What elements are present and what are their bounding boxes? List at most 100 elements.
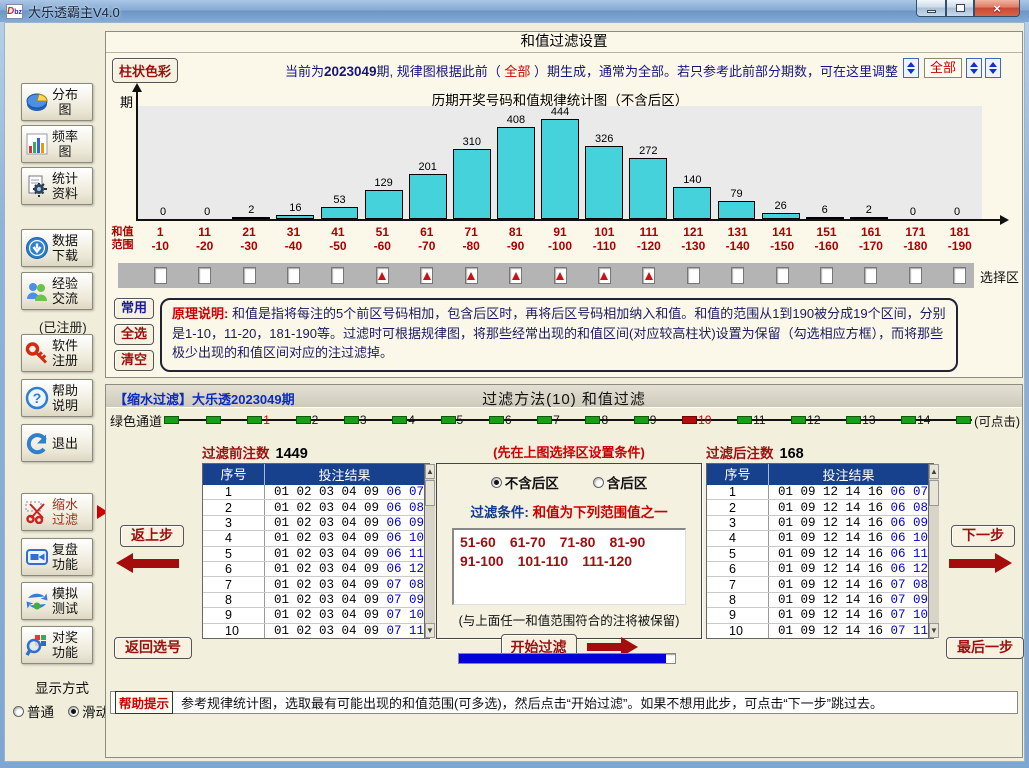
- filter-step-11[interactable]: 11: [737, 413, 765, 427]
- bar: [673, 187, 711, 219]
- green-channel-label: 绿色通道: [110, 411, 162, 430]
- x-tick-label: 61-70: [405, 225, 449, 253]
- range-checkbox-51-60[interactable]: [376, 267, 389, 284]
- filter-step-6[interactable]: 6: [489, 413, 512, 427]
- return-to-selection-button[interactable]: 返回选号: [114, 637, 192, 659]
- sidebar-button-statistics[interactable]: 统计资料: [21, 167, 93, 205]
- range-checkbox-31-40[interactable]: [287, 267, 300, 284]
- select-all-button[interactable]: 全选: [114, 324, 154, 345]
- minimize-icon: [927, 10, 936, 13]
- bet-row: 801 02 03 04 09 07 09: [203, 593, 424, 608]
- sidebar-button-exit[interactable]: 退出: [21, 424, 93, 462]
- filter-step-8[interactable]: 8: [585, 413, 608, 427]
- filter-step-13[interactable]: 13: [846, 413, 875, 427]
- range-checkbox-11-20[interactable]: [198, 267, 211, 284]
- help-text: 参考规律统计图，选取最有可能出现的和值范围(可多选)，然后点击“开始过滤”。如果…: [181, 693, 883, 712]
- x-tick-label: 1-10: [138, 225, 182, 253]
- range-checkbox-91-100[interactable]: [554, 267, 567, 284]
- sidebar-button-experience-exchange[interactable]: 经验交流: [21, 272, 93, 310]
- scroll-thumb[interactable]: [425, 480, 435, 506]
- filter-step-2[interactable]: 2: [296, 413, 319, 427]
- sidebar-button-simulation-test[interactable]: 模拟测试: [21, 582, 93, 620]
- step-block: [585, 416, 600, 424]
- range-checkbox-161-170[interactable]: [864, 267, 877, 284]
- range-checkbox-61-70[interactable]: [420, 267, 433, 284]
- sidebar-button-software-register[interactable]: 软件注册: [21, 334, 93, 372]
- current-step-block: [682, 416, 697, 424]
- help-bar: 帮助提示 参考规律统计图，选取最有可能出现的和值范围(可多选)，然后点击“开始过…: [110, 691, 1018, 714]
- filter-step-4[interactable]: 4: [392, 413, 415, 427]
- common-ranges-button[interactable]: 常用: [114, 298, 154, 319]
- scroll-down-button[interactable]: ▼: [425, 623, 435, 638]
- next-step-button[interactable]: 下一步: [951, 525, 1015, 547]
- filter-step-5[interactable]: 5: [441, 413, 464, 427]
- range-checkbox-141-150[interactable]: [776, 267, 789, 284]
- scroll-up-button[interactable]: ▲: [425, 464, 435, 479]
- bar: [453, 149, 491, 219]
- green-channel-clickable-note: (可点击): [974, 411, 1020, 430]
- scroll-up-button[interactable]: ▲: [929, 464, 939, 479]
- range-checkbox-151-160[interactable]: [820, 267, 833, 284]
- previous-step-button[interactable]: 返上步: [120, 525, 184, 547]
- filter-step-12[interactable]: 12: [791, 413, 820, 427]
- sidebar-button-help[interactable]: ? 帮助说明: [21, 379, 93, 417]
- bar-column: 0: [185, 106, 229, 219]
- sum-range-item: 81-90: [609, 534, 645, 550]
- sidebar-button-data-download[interactable]: 数据下载: [21, 229, 93, 267]
- range-checkbox-181-190[interactable]: [953, 267, 966, 284]
- period-count-select[interactable]: 全部: [924, 58, 962, 78]
- period-spinner-3[interactable]: [985, 58, 1001, 78]
- radio-sliding[interactable]: 滑动: [68, 701, 109, 721]
- selected-ranges-listbox[interactable]: 51-6061-7071-8081-9091-100101-110111-120: [452, 528, 686, 605]
- x-tick-label: 51-60: [360, 225, 404, 253]
- filter-step[interactable]: [956, 416, 972, 424]
- sidebar-button-prize-check[interactable]: 对奖功能: [21, 626, 93, 664]
- radio-exclude-back-zone[interactable]: 不含后区: [491, 472, 559, 492]
- filter-step-10[interactable]: 10: [682, 413, 711, 427]
- scroll-thumb[interactable]: [929, 480, 939, 506]
- sidebar-button-frequency-chart[interactable]: 频率图: [21, 125, 93, 163]
- minimize-button[interactable]: [916, 0, 946, 17]
- close-button[interactable]: ×: [974, 0, 1020, 17]
- range-checkbox-81-90[interactable]: [509, 267, 522, 284]
- radio-normal[interactable]: 普通: [13, 701, 54, 721]
- bet-row: 301 09 12 14 16 06 09: [707, 516, 928, 531]
- period-spinner[interactable]: [903, 58, 919, 78]
- range-checkbox-21-30[interactable]: [243, 267, 256, 284]
- range-checkbox-row: [138, 267, 982, 284]
- sidebar-button-distribution-chart[interactable]: 分布图: [21, 83, 93, 121]
- range-checkbox-171-180[interactable]: [909, 267, 922, 284]
- filter-step-9[interactable]: 9: [634, 413, 657, 427]
- checked-triangle-icon: [645, 272, 653, 280]
- bar-value-label: 444: [551, 106, 569, 119]
- period-spinner-2[interactable]: [966, 58, 982, 78]
- checked-triangle-icon: [467, 272, 475, 280]
- range-checkbox-111-120[interactable]: [642, 267, 655, 284]
- radio-exclude-icon: [491, 477, 502, 488]
- range-checkbox-121-130[interactable]: [687, 267, 700, 284]
- question-mark-icon: ?: [25, 386, 49, 410]
- range-checkbox-131-140[interactable]: [731, 267, 744, 284]
- filter-step-14[interactable]: 14: [901, 413, 930, 427]
- clear-button[interactable]: 清空: [114, 350, 154, 371]
- range-checkbox-71-80[interactable]: [465, 267, 478, 284]
- sidebar-button-replay[interactable]: 复盘功能: [21, 538, 93, 576]
- filter-step[interactable]: [206, 416, 222, 424]
- filter-step-1[interactable]: 1: [247, 413, 270, 427]
- range-checkbox-41-50[interactable]: [331, 267, 344, 284]
- scroll-down-button[interactable]: ▼: [929, 623, 939, 638]
- filter-step-3[interactable]: 3: [344, 413, 367, 427]
- range-checkbox-101-110[interactable]: [598, 267, 611, 284]
- radio-include-back-zone[interactable]: 含后区: [593, 472, 648, 492]
- bar-column: 79: [714, 106, 758, 219]
- range-checkbox-1-10[interactable]: [154, 267, 167, 284]
- bar-column: 444: [538, 106, 582, 219]
- bar-color-button[interactable]: 柱状色彩: [112, 58, 178, 83]
- filter-step[interactable]: [164, 416, 180, 424]
- last-step-button[interactable]: 最后一步: [946, 637, 1024, 659]
- maximize-button[interactable]: [946, 0, 974, 17]
- filter-step-7[interactable]: 7: [537, 413, 560, 427]
- sidebar-button-shrink-filter[interactable]: 缩水过滤: [21, 493, 93, 531]
- bar-column: 2: [229, 106, 273, 219]
- x-tick-label: 21-30: [227, 225, 271, 253]
